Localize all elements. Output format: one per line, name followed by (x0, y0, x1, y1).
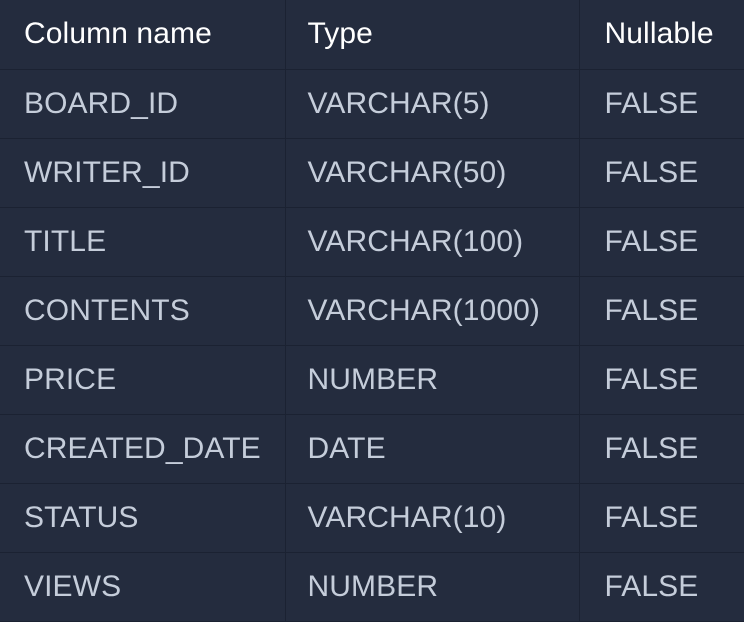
table-header-row: Column name Type Nullable (0, 0, 744, 70)
cell-nullable: FALSE (579, 552, 744, 622)
cell-type: DATE (285, 414, 580, 484)
cell-nullable: FALSE (579, 276, 744, 346)
table-row: WRITER_ID VARCHAR(50) FALSE (0, 138, 744, 208)
column-header-type: Type (285, 0, 580, 70)
cell-column-name: BOARD_ID (0, 69, 286, 139)
cell-type: NUMBER (285, 552, 580, 622)
cell-type: VARCHAR(50) (285, 138, 580, 208)
cell-type: NUMBER (285, 345, 580, 415)
cell-nullable: FALSE (579, 138, 744, 208)
cell-column-name: STATUS (0, 483, 286, 553)
table-row: CONTENTS VARCHAR(1000) FALSE (0, 276, 744, 346)
cell-column-name: CONTENTS (0, 276, 286, 346)
table-body: BOARD_ID VARCHAR(5) FALSE WRITER_ID VARC… (0, 69, 744, 622)
column-header-nullable: Nullable (579, 0, 744, 70)
cell-type: VARCHAR(5) (285, 69, 580, 139)
cell-nullable: FALSE (579, 207, 744, 277)
database-schema-table: Column name Type Nullable BOARD_ID VARCH… (0, 0, 744, 622)
cell-nullable: FALSE (579, 69, 744, 139)
cell-type: VARCHAR(100) (285, 207, 580, 277)
cell-nullable: FALSE (579, 483, 744, 553)
table-row: STATUS VARCHAR(10) FALSE (0, 483, 744, 553)
cell-nullable: FALSE (579, 345, 744, 415)
table-row: TITLE VARCHAR(100) FALSE (0, 207, 744, 277)
cell-column-name: VIEWS (0, 552, 286, 622)
table-row: VIEWS NUMBER FALSE (0, 552, 744, 622)
table-header: Column name Type Nullable (0, 0, 744, 70)
table-row: CREATED_DATE DATE FALSE (0, 414, 744, 484)
table-row: BOARD_ID VARCHAR(5) FALSE (0, 69, 744, 139)
cell-type: VARCHAR(10) (285, 483, 580, 553)
cell-column-name: PRICE (0, 345, 286, 415)
cell-type: VARCHAR(1000) (285, 276, 580, 346)
cell-column-name: CREATED_DATE (0, 414, 286, 484)
cell-column-name: TITLE (0, 207, 286, 277)
table-row: PRICE NUMBER FALSE (0, 345, 744, 415)
cell-nullable: FALSE (579, 414, 744, 484)
cell-column-name: WRITER_ID (0, 138, 286, 208)
column-header-column-name: Column name (0, 0, 286, 70)
